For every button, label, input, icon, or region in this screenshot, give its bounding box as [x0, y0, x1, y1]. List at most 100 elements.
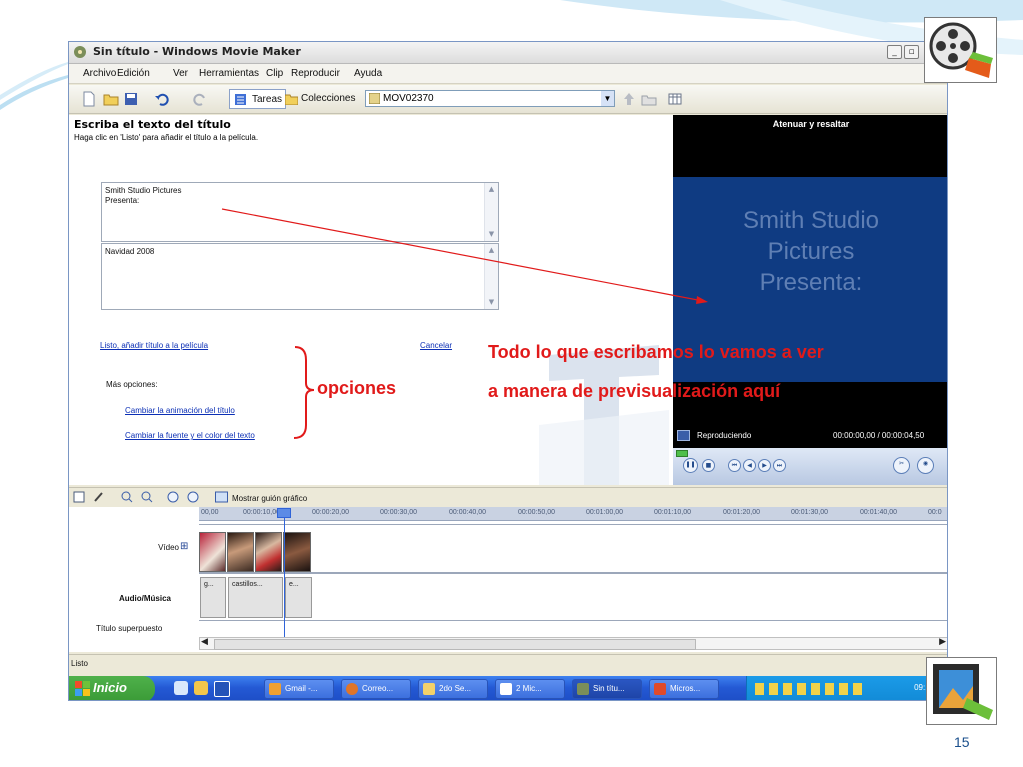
scroll-right-icon[interactable]: ▶: [939, 637, 946, 647]
menu-reproducir[interactable]: Reproducir: [291, 68, 340, 79]
split-clip-button[interactable]: ✂: [893, 457, 910, 474]
task-label: Sin títu...: [593, 684, 625, 693]
movie-maker-window: Sin título - Windows Movie Maker _ ▫ Arc…: [68, 41, 948, 701]
expand-icon[interactable]: ⊞: [180, 541, 188, 552]
scroll-thumb[interactable]: [214, 639, 696, 650]
views-icon[interactable]: [667, 91, 683, 107]
preview-line: Smith Studio: [742, 207, 880, 234]
show-storyboard-label[interactable]: Mostrar guión gráfico: [232, 494, 307, 503]
ruler-tick: 00:01:00,00: [586, 509, 623, 516]
more-options-label: Más opciones:: [106, 380, 158, 389]
redo-icon[interactable]: [192, 91, 208, 107]
menu-ver[interactable]: Ver: [173, 68, 188, 79]
done-add-title-link[interactable]: Listo, añadir título a la película: [100, 341, 208, 350]
word-icon: [500, 683, 512, 695]
preview-annotation-line2: a manera de previsualización aquí: [488, 381, 781, 401]
narrate-icon[interactable]: [93, 491, 105, 503]
movie-maker-logo: [924, 17, 997, 83]
next-button[interactable]: ⏭: [773, 459, 786, 472]
menu-ayuda[interactable]: Ayuda: [354, 68, 382, 79]
video-clip-thumbnail[interactable]: [283, 532, 311, 572]
collections-button[interactable]: Colecciones: [285, 89, 355, 109]
pause-button[interactable]: ❚❚: [683, 458, 698, 473]
playhead-handle[interactable]: [277, 508, 291, 518]
play-timeline-icon[interactable]: [187, 491, 199, 503]
chevron-down-icon[interactable]: ▼: [601, 91, 614, 106]
taskbar-button[interactable]: Gmail -...: [264, 679, 334, 699]
up-folder-icon[interactable]: [621, 91, 637, 107]
frame-back-button[interactable]: ◀: [743, 459, 756, 472]
browser-icon: [346, 683, 358, 695]
change-animation-link[interactable]: Cambiar la animación del título: [125, 406, 235, 415]
tray-icons[interactable]: [755, 683, 865, 695]
scroll-up-icon[interactable]: ▲: [486, 245, 497, 256]
new-folder-icon[interactable]: [641, 91, 657, 107]
restore-button[interactable]: ▫: [904, 45, 919, 59]
timeline-ruler: 00,00 00:00:10,00 00:00:20,00 00:00:30,0…: [199, 507, 947, 521]
scroll-left-icon[interactable]: ◀: [201, 637, 208, 647]
scrollbar[interactable]: ▲ ▼: [484, 244, 498, 309]
scroll-down-icon[interactable]: ▼: [486, 229, 497, 240]
taskbar-button[interactable]: 2 Mic...: [495, 679, 565, 699]
quicklaunch-msn-icon[interactable]: [194, 681, 208, 695]
storyboard-icon[interactable]: [73, 491, 85, 503]
task-label: Gmail -...: [285, 684, 318, 693]
menu-clip[interactable]: Clip: [266, 68, 283, 79]
audio-clip[interactable]: castillos...: [228, 577, 283, 618]
undo-icon[interactable]: [154, 91, 170, 107]
rewind-icon[interactable]: [167, 491, 179, 503]
filmstrip-logo: [926, 657, 997, 725]
change-font-link[interactable]: Cambiar la fuente y el color del texto: [125, 431, 255, 440]
scroll-up-icon[interactable]: ▲: [486, 184, 497, 195]
start-label: Inicio: [93, 680, 127, 695]
ruler-tick: 00:01:30,00: [791, 509, 828, 516]
playback-status: Reproduciendo: [697, 431, 752, 440]
ruler-tick: 00:01:10,00: [654, 509, 691, 516]
snapshot-button[interactable]: ◉: [917, 457, 934, 474]
main-toolbar: Tareas Colecciones MOV02370 ▼: [69, 85, 947, 114]
audio-clip[interactable]: e...: [285, 577, 312, 618]
minimize-button[interactable]: _: [887, 45, 902, 59]
new-document-icon[interactable]: [81, 91, 97, 107]
open-folder-icon[interactable]: [103, 91, 119, 107]
frame-forward-button[interactable]: ▶: [758, 459, 771, 472]
title-bar: Sin título - Windows Movie Maker _ ▫: [69, 42, 947, 64]
scrollbar[interactable]: ▲ ▼: [484, 183, 498, 241]
start-button[interactable]: Inicio: [69, 676, 155, 700]
quicklaunch-word-icon[interactable]: [214, 681, 230, 697]
previous-button[interactable]: ⏮: [728, 459, 741, 472]
taskbar-button[interactable]: 2do Se...: [418, 679, 488, 699]
menu-herramientas[interactable]: Herramientas: [199, 68, 259, 79]
zoom-in-icon[interactable]: [121, 491, 133, 503]
video-clip-thumbnail[interactable]: [227, 532, 254, 572]
video-clip-thumbnail[interactable]: [255, 532, 282, 572]
windows-logo-icon: [75, 681, 90, 696]
scroll-down-icon[interactable]: ▼: [486, 297, 497, 308]
video-clip-thumbnail[interactable]: [199, 532, 226, 572]
collection-value: MOV02370: [383, 93, 434, 104]
taskbar-button[interactable]: Micros...: [649, 679, 719, 699]
title-text-box-2[interactable]: Navidad 2008 ▲ ▼: [101, 243, 499, 310]
taskbar-button[interactable]: Correo...: [341, 679, 411, 699]
zoom-out-icon[interactable]: [141, 491, 153, 503]
menu-archivo[interactable]: Archivo: [83, 68, 116, 79]
tasks-icon: [235, 94, 246, 105]
quicklaunch-ie-icon[interactable]: [174, 681, 188, 695]
timeline-horizontal-scrollbar[interactable]: ◀ ▶: [199, 637, 947, 650]
save-icon[interactable]: [123, 91, 139, 107]
audio-clip[interactable]: g...: [200, 577, 226, 618]
windows-taskbar: Inicio Gmail -... Correo... 2do Se... 2 …: [69, 676, 947, 700]
tasks-button[interactable]: Tareas: [229, 89, 287, 109]
film-reel-icon: [929, 22, 993, 78]
preview-line: Presenta:: [759, 269, 863, 296]
collection-select[interactable]: MOV02370 ▼: [365, 90, 615, 107]
taskbar-button-active[interactable]: Sin títu...: [572, 679, 642, 699]
audio-track-label: Audio/Música: [118, 594, 171, 603]
seek-slider[interactable]: [676, 450, 688, 457]
cancel-link[interactable]: Cancelar: [420, 341, 452, 350]
ruler-tick: 00:01:20,00: [723, 509, 760, 516]
title-text-box-1[interactable]: Smith Studio Pictures Presenta: ▲ ▼: [101, 182, 499, 242]
stop-button[interactable]: ■: [702, 459, 715, 472]
menu-edicion[interactable]: Edición: [117, 68, 150, 79]
show-storyboard-icon[interactable]: [215, 491, 228, 503]
